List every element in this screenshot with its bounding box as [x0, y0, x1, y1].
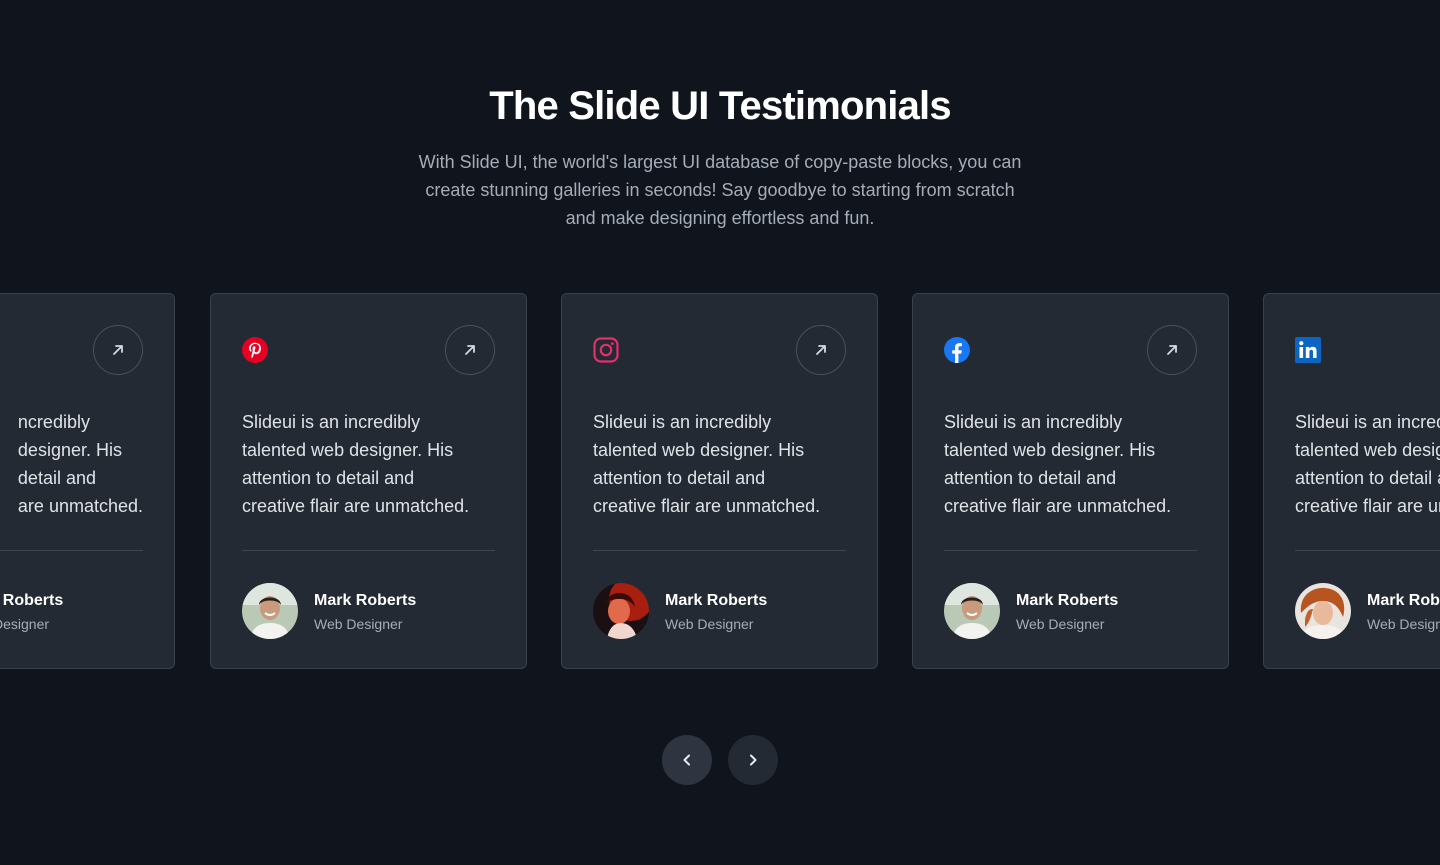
card-divider — [1295, 550, 1440, 551]
testimonial-card: ncredibly designer. His detail and are u… — [0, 293, 175, 669]
quote-line: creative flair are unmatched. — [1295, 496, 1440, 516]
author-role: Designer — [0, 616, 50, 632]
author-role: Web Designer — [1016, 616, 1105, 632]
quote-line: talented web designer. His — [1295, 440, 1440, 460]
testimonial-card: Slideui is an incredibly talented web de… — [912, 293, 1229, 669]
card-top — [944, 325, 1197, 375]
card-divider — [242, 550, 495, 551]
card-top — [0, 325, 143, 375]
linkedin-icon — [1295, 337, 1321, 363]
arrow-up-right-icon — [465, 345, 475, 355]
quote-line: creative flair are unmatched. — [242, 496, 470, 516]
quote-line: detail and — [17, 468, 96, 488]
testimonial-quote: ncredibly designer. His detail and are u… — [18, 408, 143, 520]
arrow-up-right-icon — [816, 345, 826, 355]
avatar — [242, 583, 298, 639]
subtitle-line: and make designing effortless and fun. — [565, 208, 875, 228]
facebook-icon — [944, 337, 970, 363]
avatar — [944, 583, 1000, 639]
author-name: Mark Roberts — [1016, 592, 1119, 609]
quote-line: Slideui is an incredibly — [944, 412, 1123, 432]
card-divider — [944, 550, 1197, 551]
testimonial-quote: Slideui is an incredibly talented web de… — [242, 408, 502, 520]
arrow-up-right-icon — [113, 345, 123, 355]
open-testimonial-button[interactable] — [93, 325, 143, 375]
author-name: Mark Roberts — [314, 592, 417, 609]
quote-line: Slideui is an incredibly — [242, 412, 421, 432]
quote-line: attention to detail and — [944, 468, 1117, 488]
quote-line: Slideui is an incredibly — [593, 412, 772, 432]
chevron-left-icon — [683, 754, 690, 766]
chevron-right-icon — [750, 754, 757, 766]
author-role: Web Designer — [1367, 616, 1440, 632]
testimonial-card: Slideui is an incredibly talented web de… — [210, 293, 527, 669]
testimonial-quote: Slideui is an incredibly talented web de… — [944, 408, 1204, 520]
quote-line: are unmatched. — [17, 496, 143, 516]
open-testimonial-button[interactable] — [1147, 325, 1197, 375]
testimonial-quote: Slideui is an incredibly talented web de… — [593, 408, 853, 520]
open-testimonial-button[interactable] — [445, 325, 495, 375]
card-top — [593, 325, 846, 375]
author-role: Web Designer — [314, 616, 403, 632]
subtitle-line: create stunning galleries in seconds! Sa… — [425, 180, 1015, 200]
quote-line: attention to detail and — [242, 468, 415, 488]
card-top — [1295, 325, 1440, 375]
arrow-up-right-icon — [1167, 345, 1177, 355]
open-testimonial-button[interactable] — [796, 325, 846, 375]
author-name: Mark Roberts — [665, 592, 768, 609]
card-divider — [593, 550, 846, 551]
quote-line: designer. His — [17, 440, 122, 460]
next-slide-button[interactable] — [728, 735, 778, 785]
quote-line: creative flair are unmatched. — [944, 496, 1172, 516]
carousel-navigation — [662, 735, 778, 785]
quote-line: talented web designer. His — [593, 440, 805, 460]
quote-line: talented web designer. His — [242, 440, 454, 460]
previous-slide-button[interactable] — [662, 735, 712, 785]
author-role: Web Designer — [665, 616, 754, 632]
testimonials-header: The Slide UI Testimonials With Slide UI,… — [0, 78, 1440, 232]
testimonial-quote: Slideui is an incredibly talented web de… — [1295, 408, 1440, 520]
testimonial-card: Slideui is an incredibly talented web de… — [1263, 293, 1440, 669]
page-title: The Slide UI Testimonials — [489, 84, 951, 128]
testimonial-card: Slideui is an incredibly talented web de… — [561, 293, 878, 669]
page-subtitle: With Slide UI, the world's largest UI da… — [380, 148, 1060, 232]
instagram-icon — [593, 337, 619, 363]
quote-line: talented web designer. His — [944, 440, 1156, 460]
author-name: Mark Roberts — [1367, 592, 1440, 609]
quote-line: attention to detail and — [593, 468, 766, 488]
quote-line: attention to detail and — [1295, 468, 1440, 488]
pinterest-icon — [242, 337, 268, 363]
avatar — [593, 583, 649, 639]
testimonial-carousel: ncredibly designer. His detail and are u… — [0, 293, 1440, 671]
quote-line: Slideui is an incredibly — [1295, 412, 1440, 432]
card-top — [242, 325, 495, 375]
card-divider — [0, 550, 143, 551]
quote-line: creative flair are unmatched. — [593, 496, 821, 516]
author-name: t Roberts — [0, 592, 64, 609]
subtitle-line: With Slide UI, the world's largest UI da… — [418, 152, 1022, 172]
avatar — [1295, 583, 1351, 639]
quote-line: ncredibly — [17, 412, 90, 432]
